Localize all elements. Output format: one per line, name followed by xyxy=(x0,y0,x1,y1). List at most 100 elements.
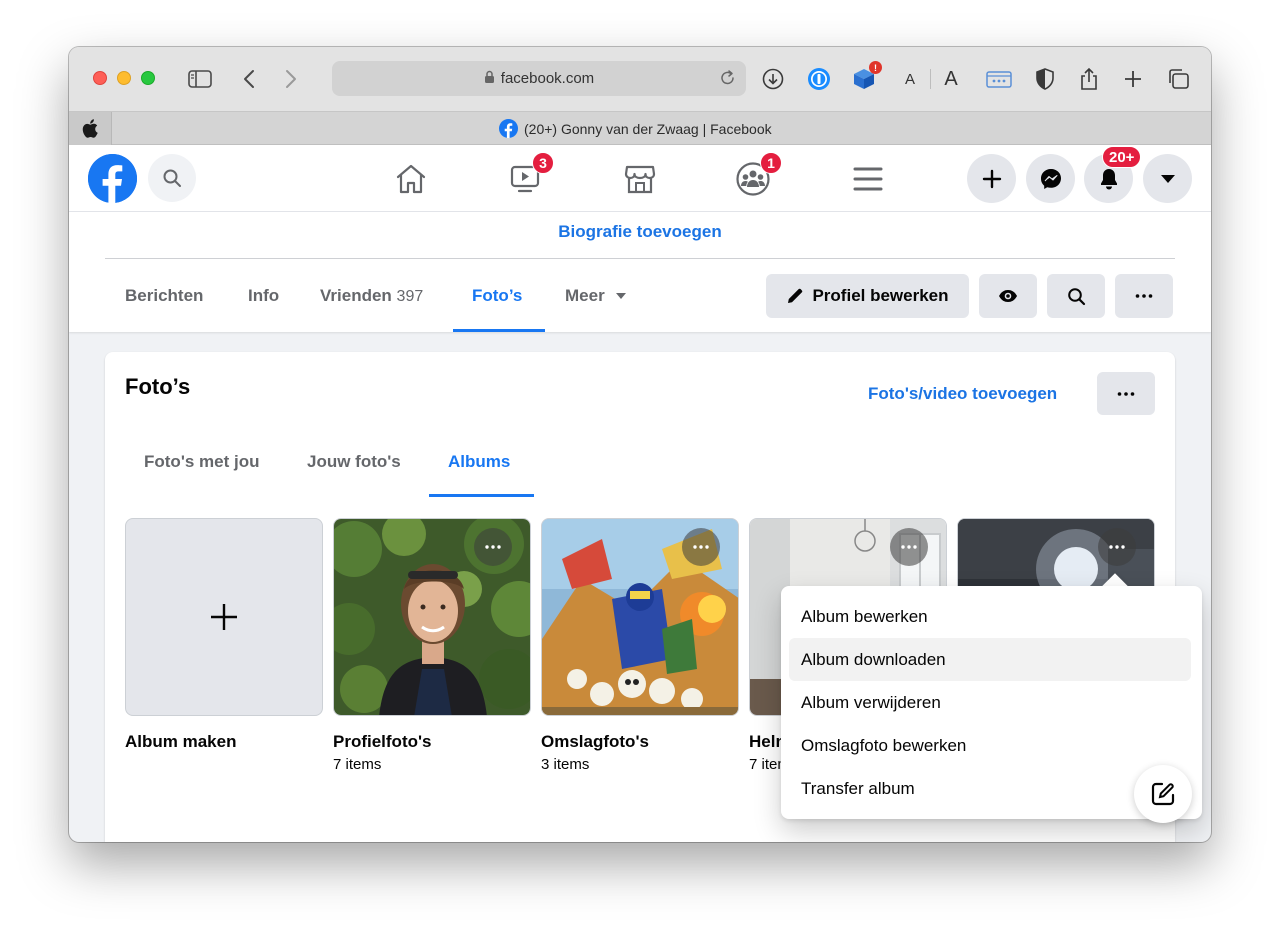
ellipsis-icon xyxy=(1109,545,1125,549)
plus-icon xyxy=(211,604,237,630)
menu-item-delete-album[interactable]: Album verwijderen xyxy=(789,681,1191,724)
active-tab-indicator xyxy=(453,329,545,332)
album-options-button[interactable] xyxy=(1098,528,1136,566)
tab-more[interactable]: Meer xyxy=(565,286,627,306)
album-name: Album maken xyxy=(125,732,237,751)
edit-profile-button[interactable]: Profiel bewerken xyxy=(766,274,969,318)
zoom-window-button[interactable] xyxy=(141,71,155,85)
pencil-icon xyxy=(788,288,803,303)
tab-friends-label: Vrienden xyxy=(320,286,392,305)
text-larger-button[interactable]: A xyxy=(937,65,965,93)
ellipsis-icon xyxy=(1117,391,1135,396)
search-icon xyxy=(1067,287,1085,305)
menu-item-edit-cover[interactable]: Omslagfoto bewerken xyxy=(789,724,1191,767)
create-album-tile[interactable] xyxy=(125,518,323,716)
active-tab[interactable]: (20+) Gonny van der Zwaag | Facebook xyxy=(499,119,772,138)
photos-more-button[interactable] xyxy=(1097,372,1155,415)
close-window-button[interactable] xyxy=(93,71,107,85)
facebook-search-button[interactable] xyxy=(148,154,196,202)
password-manager-icon[interactable] xyxy=(805,65,833,93)
eye-icon xyxy=(999,290,1017,302)
text-smaller-button[interactable]: A xyxy=(896,65,924,93)
notifications-button[interactable]: 20+ xyxy=(1084,146,1142,203)
album-name: Omslagfoto's xyxy=(541,732,649,751)
album-cover-image[interactable] xyxy=(333,518,531,716)
album-options-button[interactable] xyxy=(682,528,720,566)
active-subtab-indicator xyxy=(429,494,534,497)
tab-overview-icon[interactable] xyxy=(1164,65,1192,93)
new-tab-icon[interactable] xyxy=(1119,65,1147,93)
extension-cube-icon[interactable]: ! xyxy=(850,61,882,93)
watch-icon[interactable]: 3 xyxy=(503,152,554,201)
extension-alert-badge: ! xyxy=(869,61,882,74)
tab-photos[interactable]: Foto’s xyxy=(472,286,522,306)
forward-icon[interactable] xyxy=(277,65,305,93)
album-options-button[interactable] xyxy=(890,528,928,566)
ellipsis-icon xyxy=(693,545,709,549)
url-text: facebook.com xyxy=(500,70,595,87)
menu-item-edit-album[interactable]: Album bewerken xyxy=(789,595,1191,638)
messenger-button[interactable] xyxy=(1026,154,1075,203)
album-profile-photos[interactable]: Profielfoto's 7 items xyxy=(333,518,531,773)
browser-window: facebook.com ! A A (20+) Gonny van der Z… xyxy=(69,47,1211,842)
notifications-badge: 20+ xyxy=(1102,146,1142,168)
search-icon xyxy=(163,169,181,187)
edit-profile-label: Profiel bewerken xyxy=(812,286,949,305)
marketplace-icon[interactable] xyxy=(618,157,662,201)
friends-count: 397 xyxy=(396,288,424,305)
album-cover-photos[interactable]: Omslagfoto's 3 items xyxy=(541,518,739,773)
menu-item-transfer-album[interactable]: Transfer album xyxy=(789,767,1191,810)
downloads-icon[interactable] xyxy=(759,65,787,93)
lock-icon xyxy=(484,70,495,88)
album-cover-image[interactable] xyxy=(541,518,739,716)
share-icon[interactable] xyxy=(1075,65,1103,93)
ellipsis-icon xyxy=(485,545,501,549)
home-icon[interactable] xyxy=(389,157,433,201)
apple-icon xyxy=(82,119,98,138)
back-icon[interactable] xyxy=(235,65,263,93)
bell-icon xyxy=(1100,168,1117,189)
profile-search-button[interactable] xyxy=(1047,274,1105,318)
shield-icon[interactable] xyxy=(1031,65,1059,93)
subtab-albums[interactable]: Albums xyxy=(448,452,510,472)
add-photos-link[interactable]: Foto's/video toevoegen xyxy=(868,384,1057,404)
album-create[interactable]: Album maken xyxy=(125,518,323,752)
album-options-button[interactable] xyxy=(474,528,512,566)
ellipsis-icon xyxy=(1135,294,1153,298)
profile-header: Biografie toevoegen Berichten Info Vrien… xyxy=(69,212,1211,332)
pinned-apple-tab[interactable] xyxy=(69,112,112,145)
menu-hamburger-icon[interactable] xyxy=(846,157,890,201)
browser-toolbar: facebook.com ! A A xyxy=(69,47,1211,111)
tab-bar: (20+) Gonny van der Zwaag | Facebook xyxy=(69,111,1211,145)
subtab-your-photos[interactable]: Jouw foto's xyxy=(307,452,401,472)
compose-icon xyxy=(1151,782,1175,806)
tab-title-text: (20+) Gonny van der Zwaag | Facebook xyxy=(524,120,772,137)
facebook-navbar: 3 1 20+ xyxy=(69,145,1211,212)
profile-more-button[interactable] xyxy=(1115,274,1173,318)
groups-icon[interactable]: 1 xyxy=(731,152,782,201)
facebook-favicon-icon xyxy=(499,119,518,138)
reload-icon[interactable] xyxy=(720,69,736,91)
menu-item-download-album[interactable]: Album downloaden xyxy=(789,638,1191,681)
reader-extension-icon[interactable] xyxy=(985,65,1013,93)
album-name: Profielfoto's xyxy=(333,732,432,751)
tab-more-label: Meer xyxy=(565,286,605,305)
new-message-button[interactable] xyxy=(1134,765,1192,823)
messenger-icon xyxy=(1040,168,1061,189)
toolbar-divider xyxy=(930,69,931,89)
tab-posts[interactable]: Berichten xyxy=(125,286,203,306)
address-bar[interactable]: facebook.com xyxy=(332,61,746,96)
caret-down-icon xyxy=(1160,174,1175,183)
groups-badge: 1 xyxy=(760,152,782,174)
view-as-button[interactable] xyxy=(979,274,1037,318)
minimize-window-button[interactable] xyxy=(117,71,131,85)
tab-friends[interactable]: Vrienden 397 xyxy=(320,286,423,306)
tab-about[interactable]: Info xyxy=(248,286,279,306)
facebook-logo-icon[interactable] xyxy=(88,154,137,203)
caret-down-icon xyxy=(615,293,626,299)
sidebar-toggle-icon[interactable] xyxy=(186,65,214,93)
subtab-photos-of-you[interactable]: Foto's met jou xyxy=(144,452,259,472)
account-button[interactable] xyxy=(1143,154,1192,203)
create-button[interactable] xyxy=(967,154,1016,203)
add-bio-link[interactable]: Biografie toevoegen xyxy=(69,222,1211,242)
